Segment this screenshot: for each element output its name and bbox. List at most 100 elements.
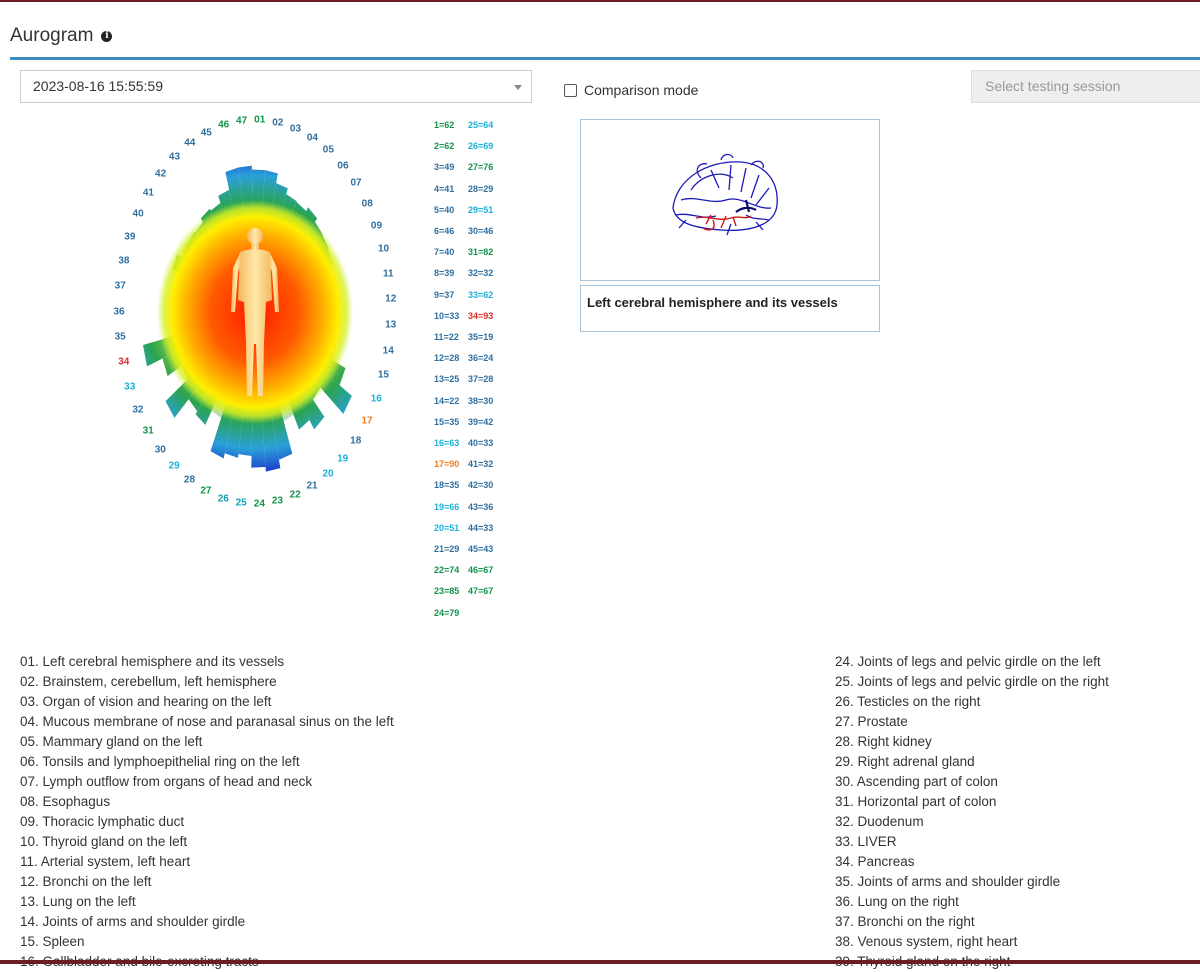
legend-item: 29. Right adrenal gland (835, 754, 975, 769)
zone-number-17: 17 (361, 415, 373, 427)
zone-value: 40=33 (468, 438, 494, 448)
zone-legend-right: 24. Joints of legs and pelvic girdle on … (835, 652, 1109, 972)
comparison-mode-label: Comparison mode (584, 82, 699, 98)
zone-value: 3=49 (434, 162, 455, 173)
testing-session-select[interactable]: Select testing session (971, 70, 1200, 103)
zone-number-31: 31 (142, 425, 154, 437)
zone-number-25: 25 (235, 497, 247, 509)
zone-value: 21=29 (434, 544, 460, 554)
zone-number-16: 16 (370, 393, 382, 405)
zone-value: 17=90 (434, 459, 460, 470)
zone-value: 28=29 (468, 183, 494, 194)
legend-item: 03. Organ of vision and hearing on the l… (20, 694, 272, 709)
zone-number-42: 42 (155, 168, 167, 180)
zone-value: 35=19 (468, 332, 494, 342)
organ-caption: Left cerebral hemisphere and its vessels (587, 295, 838, 310)
window-bottom-border (0, 960, 1200, 964)
zone-value: 22=74 (434, 565, 460, 576)
zone-value: 10=33 (434, 310, 460, 321)
zone-number-47: 47 (236, 115, 248, 127)
zone-value: 44=33 (468, 522, 494, 533)
panel-header: Aurogram i (10, 24, 113, 48)
zone-value: 42=30 (468, 480, 494, 491)
zone-number-45: 45 (200, 127, 212, 139)
zone-value: 36=24 (468, 353, 494, 364)
zone-number-33: 33 (124, 381, 136, 393)
zone-value: 9=37 (434, 289, 455, 300)
zone-number-40: 40 (132, 208, 144, 220)
zone-number-34: 34 (118, 356, 130, 368)
zone-value: 8=39 (434, 268, 455, 279)
zone-number-12: 12 (385, 293, 397, 305)
zone-number-44: 44 (184, 137, 196, 149)
legend-item: 05. Mammary gland on the left (20, 734, 203, 749)
legend-item: 08. Esophagus (20, 794, 111, 809)
comparison-mode-checkbox[interactable] (564, 83, 577, 97)
zone-number-15: 15 (377, 369, 389, 381)
legend-item: 33. LIVER (835, 834, 897, 849)
legend-item: 04. Mucous membrane of nose and paranasa… (20, 714, 394, 729)
zone-number-09: 09 (370, 220, 383, 232)
zone-number-28: 28 (183, 474, 196, 486)
legend-item: 38. Venous system, right heart (835, 934, 1018, 949)
legend-item: 34. Pancreas (835, 854, 915, 869)
zone-value: 30=46 (468, 226, 494, 236)
zone-number-13: 13 (385, 319, 397, 331)
zone-value: 18=35 (434, 480, 460, 491)
zone-number-38: 38 (118, 255, 130, 267)
zone-number-10: 10 (377, 243, 390, 255)
testing-session-placeholder: Select testing session (985, 78, 1121, 94)
zone-number-21: 21 (306, 480, 318, 492)
zone-value: 5=40 (434, 204, 455, 215)
zone-value: 2=62 (434, 141, 455, 152)
zone-number-08: 08 (361, 198, 373, 210)
zone-value: 19=66 (434, 501, 460, 512)
legend-item: 12. Bronchi on the left (20, 874, 152, 889)
session-select[interactable]: 2023-08-16 15:55:59 (20, 70, 532, 103)
organ-image-panel (580, 119, 880, 281)
legend-item: 35. Joints of arms and shoulder girdle (835, 874, 1061, 889)
zone-number-23: 23 (271, 495, 283, 507)
zone-number-41: 41 (142, 187, 154, 199)
zone-number-27: 27 (200, 485, 212, 497)
zone-number-32: 32 (132, 404, 144, 416)
zone-value: 25=64 (468, 120, 494, 130)
zone-number-14: 14 (382, 345, 394, 357)
zone-number-29: 29 (168, 460, 180, 472)
zone-number-46: 46 (218, 119, 230, 131)
zone-value: 45=43 (468, 544, 494, 554)
zone-value: 24=79 (434, 607, 460, 618)
zone-number-37: 37 (114, 280, 126, 292)
zone-value: 38=30 (468, 395, 494, 406)
zone-value: 41=32 (468, 459, 494, 470)
legend-item: 09. Thoracic lymphatic duct (20, 814, 185, 829)
zone-number-03: 03 (289, 123, 302, 135)
legend-item: 06. Tonsils and lymphoepithelial ring on… (20, 754, 300, 769)
zone-number-06: 06 (337, 160, 349, 172)
zone-value: 26=69 (468, 141, 494, 152)
zone-number-18: 18 (350, 435, 362, 447)
zone-value: 29=51 (468, 204, 494, 215)
zone-value: 37=28 (468, 374, 494, 385)
zone-value: 13=25 (434, 374, 460, 385)
zone-value: 14=22 (434, 395, 460, 406)
zone-number-07: 07 (350, 177, 362, 189)
legend-item: 13. Lung on the left (20, 894, 136, 909)
legend-item: 11. Arterial system, left heart (20, 854, 191, 869)
zone-value: 33=62 (468, 289, 494, 300)
comparison-mode-toggle[interactable]: Comparison mode (564, 82, 698, 98)
aurogram-chart: 01 02 03 04 05 06 07 08 09 10 11 12 13 14 15 16 17 18 19 20… (100, 112, 410, 512)
zone-number-11: 11 (383, 268, 394, 280)
zone-value: 39=42 (468, 416, 494, 427)
legend-item: 07. Lymph outflow from organs of head an… (20, 774, 313, 789)
info-circle-icon[interactable]: i (101, 30, 113, 42)
legend-item: 01. Left cerebral hemisphere and its ves… (20, 654, 285, 669)
zone-value: 7=40 (434, 247, 455, 258)
page-title: Aurogram (10, 25, 94, 46)
zone-number-22: 22 (289, 489, 301, 501)
zone-number-19: 19 (337, 453, 349, 465)
zone-value: 1=62 (434, 120, 455, 130)
zone-value: 4=41 (434, 183, 455, 194)
zone-number-26: 26 (217, 493, 229, 505)
zone-legend-left: 01. Left cerebral hemisphere and its ves… (20, 652, 394, 972)
